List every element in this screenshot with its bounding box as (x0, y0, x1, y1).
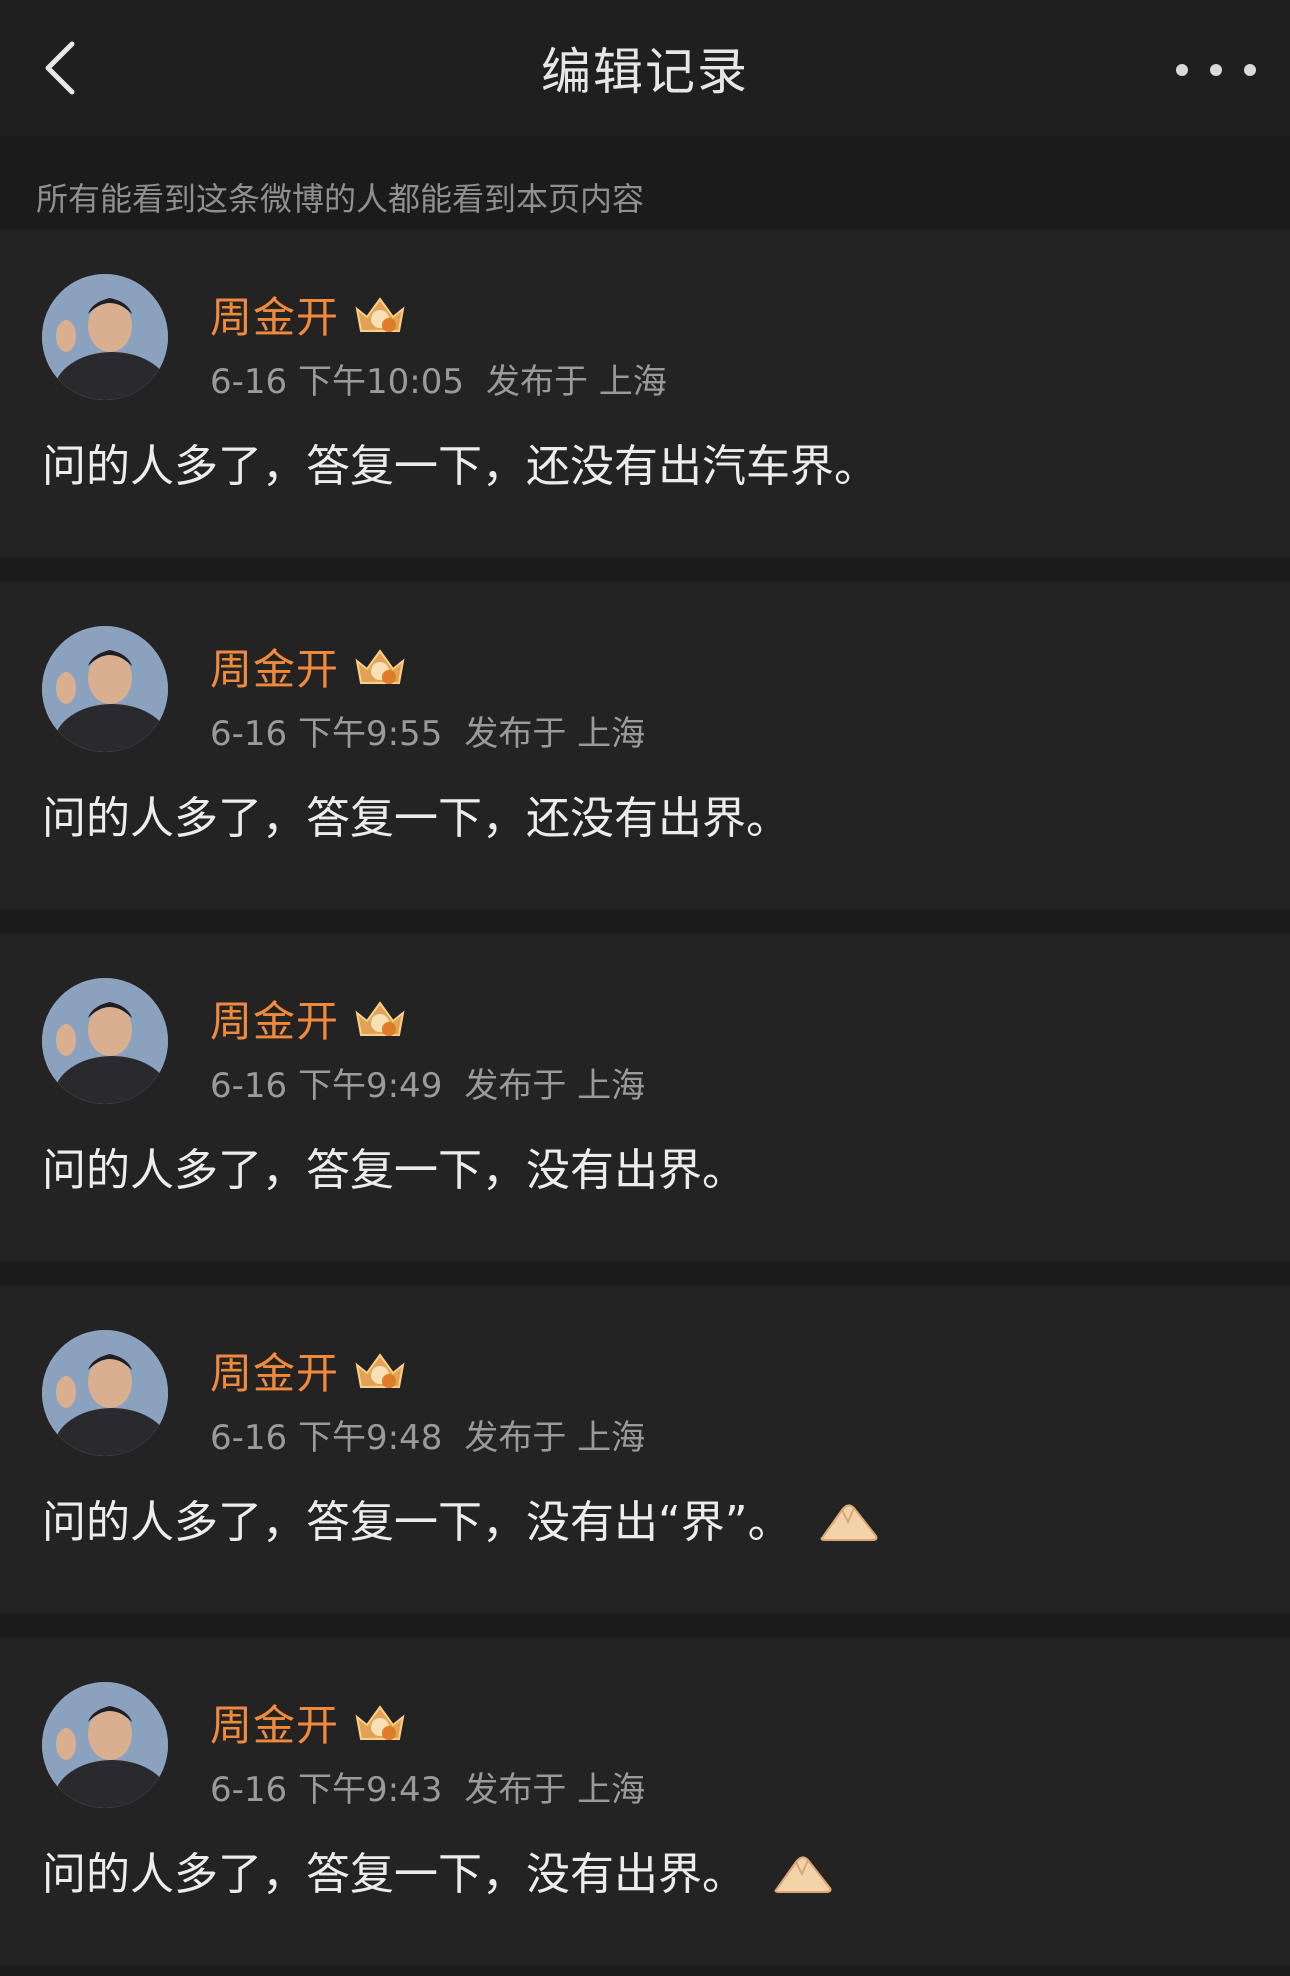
page-title: 编辑记录 (541, 43, 749, 101)
post-time: 6-16 下午9:48 (210, 1418, 443, 1458)
edit-record-item: 周金开 6-16 下午9:48 发布于 上海 问的人多了，答复一下，没有出“界”。 (0, 1286, 1290, 1614)
pinched-hand-emoji-icon (774, 1856, 832, 1893)
user-name[interactable]: 周金开 (210, 1692, 339, 1753)
vip-crown-badge-icon (355, 297, 405, 332)
time-location: 6-16 下午9:55 发布于 上海 (210, 706, 645, 755)
user-name[interactable]: 周金开 (210, 988, 339, 1049)
record-content: 问的人多了，答复一下，没有出界。 (42, 1838, 834, 1902)
record-meta: 周金开 6-16 下午10:05 发布于 上海 (210, 288, 667, 403)
visibility-notice: 所有能看到这条微博的人都能看到本页内容 (0, 136, 1290, 230)
edit-record-list: 周金开 6-16 下午10:05 发布于 上海 问的人多了，答复一下，还没有出汽车… (0, 230, 1290, 1966)
user-name[interactable]: 周金开 (210, 1340, 339, 1401)
name-row: 周金开 (210, 1344, 645, 1398)
avatar[interactable] (42, 1682, 168, 1808)
pinched-hand-emoji-icon (820, 1504, 878, 1541)
time-location: 6-16 下午10:05 发布于 上海 (210, 354, 667, 403)
avatar[interactable] (42, 626, 168, 752)
vip-crown-badge-icon (355, 1001, 405, 1036)
name-row: 周金开 (210, 640, 645, 694)
edit-record-item: 周金开 6-16 下午9:43 发布于 上海 问的人多了，答复一下，没有出界。 (0, 1638, 1290, 1966)
post-location: 发布于 上海 (464, 1418, 646, 1458)
avatar[interactable] (42, 1330, 168, 1456)
avatar-image (42, 1330, 168, 1456)
record-content: 问的人多了，答复一下，还没有出汽车界。 (42, 430, 878, 494)
vip-crown-badge-icon (355, 1705, 405, 1740)
avatar[interactable] (42, 274, 168, 400)
content-text: 问的人多了，答复一下，还没有出汽车界。 (42, 441, 878, 492)
record-meta: 周金开 6-16 下午9:49 发布于 上海 (210, 992, 645, 1107)
post-time: 6-16 下午9:55 (210, 714, 443, 754)
time-location: 6-16 下午9:43 发布于 上海 (210, 1762, 645, 1811)
user-name[interactable]: 周金开 (210, 636, 339, 697)
edit-record-item: 周金开 6-16 下午10:05 发布于 上海 问的人多了，答复一下，还没有出汽车… (0, 230, 1290, 558)
vip-crown-badge-icon (355, 1353, 405, 1388)
record-content: 问的人多了，答复一下，还没有出界。 (42, 782, 790, 846)
dot (1244, 64, 1256, 76)
top-nav-bar: 编辑记录 (0, 0, 1290, 136)
post-time: 6-16 下午10:05 (210, 362, 464, 402)
post-time: 6-16 下午9:43 (210, 1770, 443, 1810)
edit-record-item: 周金开 6-16 下午9:49 发布于 上海 问的人多了，答复一下，没有出界。 (0, 934, 1290, 1262)
chevron-left-icon (45, 41, 75, 95)
user-name[interactable]: 周金开 (210, 284, 339, 345)
vip-crown-badge-icon (355, 649, 405, 684)
record-meta: 周金开 6-16 下午9:43 发布于 上海 (210, 1696, 645, 1811)
time-location: 6-16 下午9:49 发布于 上海 (210, 1058, 645, 1107)
record-meta: 周金开 6-16 下午9:48 发布于 上海 (210, 1344, 645, 1459)
post-location: 发布于 上海 (464, 1770, 646, 1810)
name-row: 周金开 (210, 1696, 645, 1750)
avatar-image (42, 626, 168, 752)
name-row: 周金开 (210, 288, 667, 342)
content-text: 问的人多了，答复一下，没有出“界”。 (42, 1497, 792, 1548)
name-row: 周金开 (210, 992, 645, 1046)
avatar[interactable] (42, 978, 168, 1104)
post-location: 发布于 上海 (485, 362, 667, 402)
dot (1210, 64, 1222, 76)
avatar-image (42, 978, 168, 1104)
edit-record-item: 周金开 6-16 下午9:55 发布于 上海 问的人多了，答复一下，还没有出界。 (0, 582, 1290, 910)
dot (1176, 64, 1188, 76)
more-dots-icon[interactable] (1176, 48, 1256, 92)
time-location: 6-16 下午9:48 发布于 上海 (210, 1410, 645, 1459)
record-meta: 周金开 6-16 下午9:55 发布于 上海 (210, 640, 645, 755)
back-button[interactable] (30, 38, 90, 98)
post-time: 6-16 下午9:49 (210, 1066, 443, 1106)
avatar-image (42, 1682, 168, 1808)
record-content: 问的人多了，答复一下，没有出“界”。 (42, 1486, 880, 1550)
record-content: 问的人多了，答复一下，没有出界。 (42, 1134, 746, 1198)
avatar-image (42, 274, 168, 400)
content-text: 问的人多了，答复一下，没有出界。 (42, 1145, 746, 1196)
post-location: 发布于 上海 (464, 1066, 646, 1106)
content-text: 问的人多了，答复一下，还没有出界。 (42, 793, 790, 844)
content-text: 问的人多了，答复一下，没有出界。 (42, 1849, 746, 1900)
post-location: 发布于 上海 (464, 714, 646, 754)
